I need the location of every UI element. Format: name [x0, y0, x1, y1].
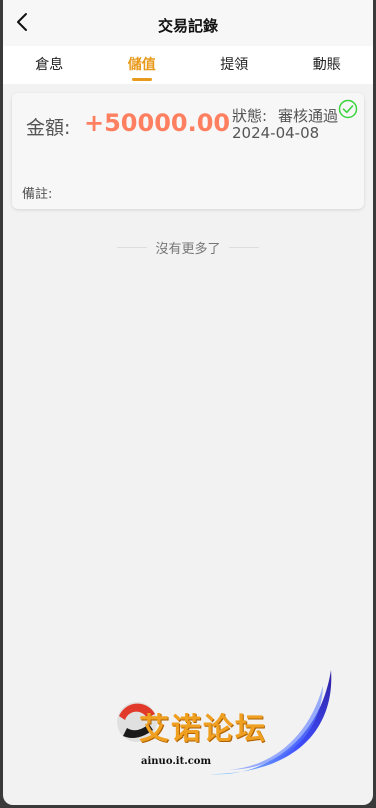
- tab-deposit[interactable]: 儲值: [96, 46, 189, 84]
- tab-transactions[interactable]: 動賬: [281, 46, 374, 84]
- record-date: 2024-04-08: [232, 124, 320, 142]
- record-card[interactable]: 金額: +50000.00 狀態: 審核通過 2024-04-08 備註:: [12, 93, 364, 209]
- tab-bar: 倉息 儲值 提領 動賬: [3, 46, 373, 84]
- note-label: 備註:: [22, 187, 53, 202]
- divider-left: [117, 246, 148, 248]
- status-value: 審核通過: [278, 107, 339, 125]
- amount-label: 金額:: [26, 117, 71, 139]
- status-label: 狀態:: [232, 107, 268, 125]
- list-end-text: 沒有更多了: [155, 241, 221, 257]
- watermark-url: ainuo.it.com: [141, 756, 212, 767]
- watermark-text: 艾诺论坛: [139, 712, 267, 747]
- tab-withdraw[interactable]: 提領: [188, 46, 281, 84]
- tab-interest[interactable]: 倉息: [3, 46, 96, 84]
- divider-right: [228, 246, 259, 248]
- watermark: 艾诺论坛 ainuo.it.com: [109, 666, 341, 786]
- app-frame: 交易記錄 倉息 儲值 提領 動賬 金額: +50000.00 狀態: 審核通過 …: [3, 0, 373, 805]
- success-check-icon: [338, 99, 358, 119]
- list-end-indicator: 沒有更多了: [3, 238, 373, 257]
- page-title: 交易記錄: [157, 17, 218, 35]
- amount-value: +50000.00: [84, 109, 231, 137]
- header: 交易記錄: [3, 0, 373, 46]
